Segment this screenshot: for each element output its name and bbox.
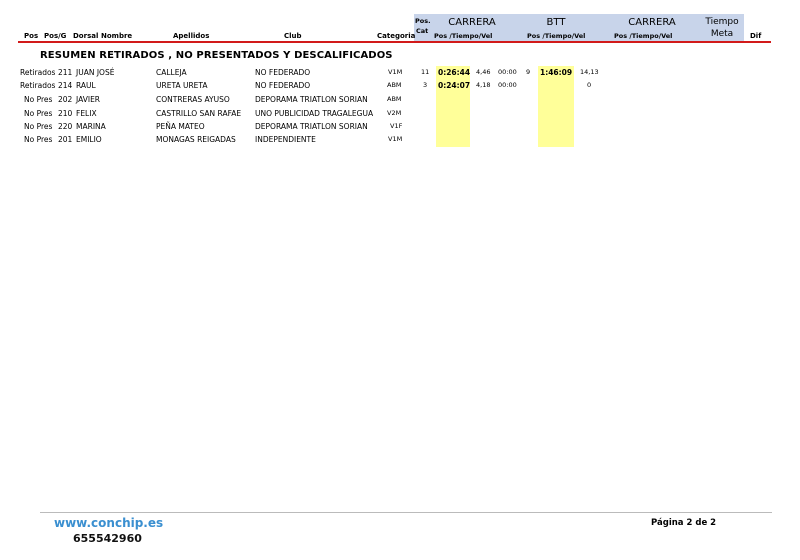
row-status: No Pres — [24, 135, 53, 144]
group-header-tiempo-bottom: Meta — [710, 29, 734, 39]
group-header-btt: BTT — [546, 17, 566, 28]
row-c1-time: 0:26:44 — [438, 68, 471, 77]
row-categoria: V1M — [388, 68, 403, 76]
row-club: NO FEDERADO — [255, 68, 311, 77]
sub-header-btt: Pos /Tiempo/Vel — [527, 32, 586, 40]
section-title: RESUMEN RETIRADOS , NO PRESENTADOS Y DES… — [40, 50, 393, 61]
row-apellidos: CASTRILLO SAN RAFAE — [156, 109, 242, 118]
row-club: DEPORAMA TRIATLON SORIAN — [255, 122, 368, 131]
row-btt-time: 1:46:09 — [540, 68, 573, 77]
row-status: Retirados — [20, 81, 56, 90]
footer-phone: 655542960 — [73, 532, 142, 545]
row-nombre: FELIX — [76, 109, 97, 118]
header-divider — [18, 41, 771, 43]
footer-website-link[interactable]: www.conchip.es — [54, 516, 163, 530]
table-row: Retirados 211 JUAN JOSÉ CALLEJA NO FEDER… — [0, 66, 800, 79]
row-dorsal: 201 — [58, 135, 73, 144]
row-categoria: ABM — [387, 95, 402, 103]
row-nombre: EMILIO — [76, 135, 102, 144]
col-header-pos: Pos — [24, 32, 39, 40]
row-nombre: JUAN JOSÉ — [76, 68, 115, 77]
row-club: UNO PUBLICIDAD TRAGALEGUA — [255, 109, 374, 118]
row-c1-extra: 00:00 — [498, 68, 517, 76]
row-dorsal: 220 — [58, 122, 73, 131]
row-categoria: V1M — [388, 135, 403, 143]
table-row: No Pres 201 EMILIO MONAGAS REIGADAS INDE… — [0, 133, 800, 146]
group-header-carrera1: CARRERA — [448, 17, 496, 28]
row-btt-pos: 9 — [526, 68, 531, 76]
row-poscat: 3 — [423, 81, 428, 89]
row-c1-vel: 4,46 — [476, 68, 491, 76]
row-c1-extra: 00:00 — [498, 81, 517, 89]
sub-header-carrera2: Pos /Tiempo/Vel — [614, 32, 673, 40]
row-status: Retirados — [20, 68, 56, 77]
col-header-pos-g: Pos/G — [44, 32, 67, 40]
row-club: INDEPENDIENTE — [255, 135, 316, 144]
row-categoria: V1F — [390, 122, 403, 130]
row-dorsal: 210 — [58, 109, 73, 118]
row-c1-vel: 4,18 — [476, 81, 491, 89]
row-apellidos: CONTRERAS AYUSO — [156, 95, 230, 104]
col-header-categoria: Categoria — [377, 32, 416, 40]
table-row: Retirados 214 RAUL URETA URETA NO FEDERA… — [0, 79, 800, 92]
col-header-poscat-top: Pos. — [415, 17, 431, 25]
row-apellidos: URETA URETA — [156, 81, 208, 90]
group-header-tiempo-top: Tiempo — [705, 17, 739, 27]
table-row: No Pres 202 JAVIER CONTRERAS AYUSO DEPOR… — [0, 93, 800, 106]
col-header-dorsal: Dorsal — [73, 32, 99, 40]
row-dorsal: 211 — [58, 68, 73, 77]
row-apellidos: PEÑA MATEO — [156, 122, 205, 131]
row-apellidos: MONAGAS REIGADAS — [156, 135, 236, 144]
row-status: No Pres — [24, 95, 53, 104]
group-header-carrera2: CARRERA — [628, 17, 676, 28]
col-header-apellidos: Apellidos — [173, 32, 210, 40]
row-nombre: RAUL — [76, 81, 96, 90]
row-nombre: MARINA — [76, 122, 106, 131]
page-number: Página 2 de 2 — [651, 518, 717, 528]
row-categoria: ABM — [387, 81, 402, 89]
row-status: No Pres — [24, 109, 53, 118]
row-btt-vel: 0 — [587, 81, 592, 89]
row-poscat: 11 — [421, 68, 430, 76]
footer-divider — [40, 512, 772, 513]
row-dorsal: 202 — [58, 95, 73, 104]
table-row: No Pres 220 MARINA PEÑA MATEO DEPORAMA T… — [0, 120, 800, 133]
col-header-club: Club — [284, 32, 302, 40]
row-dorsal: 214 — [58, 81, 73, 90]
row-nombre: JAVIER — [76, 95, 101, 104]
sub-header-carrera1: Pos /Tiempo/Vel — [434, 32, 493, 40]
row-c1-time: 0:24:07 — [438, 81, 471, 90]
row-btt-vel: 14,13 — [580, 68, 599, 76]
row-club: DEPORAMA TRIATLON SORIAN — [255, 95, 368, 104]
col-header-nombre: Nombre — [101, 32, 133, 40]
row-apellidos: CALLEJA — [156, 68, 187, 77]
table-row: No Pres 210 FELIX CASTRILLO SAN RAFAE UN… — [0, 107, 800, 120]
row-status: No Pres — [24, 122, 53, 131]
row-categoria: V2M — [387, 109, 402, 117]
col-header-poscat-bottom: Cat — [416, 27, 429, 35]
group-header-dif: Dif — [750, 32, 762, 40]
row-club: NO FEDERADO — [255, 81, 311, 90]
